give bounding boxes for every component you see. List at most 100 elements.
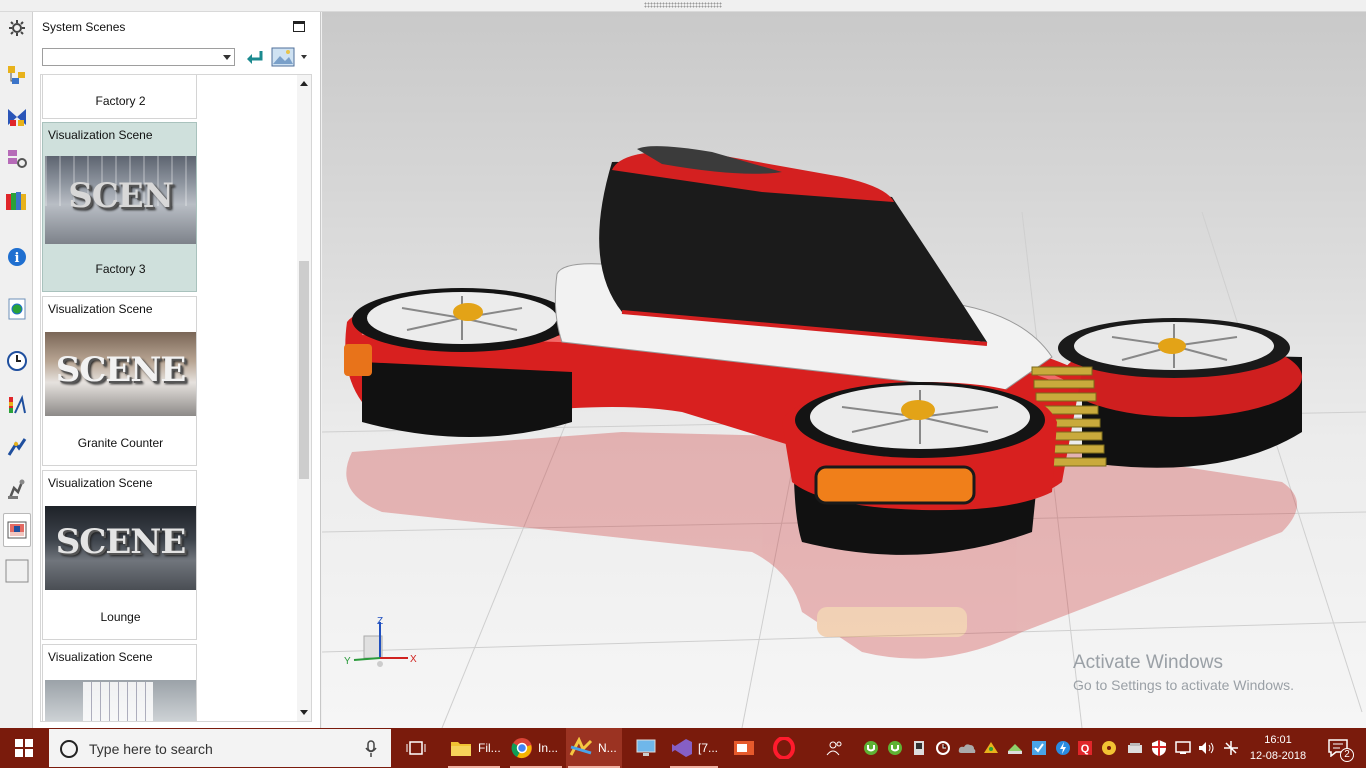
constraint-navigator-icon[interactable] [4,104,30,130]
splitter-grip[interactable] [644,2,722,8]
device-icon[interactable] [908,728,930,768]
apply-scene-button[interactable] [244,48,264,68]
taskbar-app-opera[interactable] [770,728,798,768]
resource-bar: i [0,12,33,728]
svg-text:Q: Q [1081,743,1090,755]
reuse-library-icon[interactable] [4,188,30,214]
presentation-icon [734,741,754,755]
clock-time: 16:01 [1264,734,1292,746]
utorrent-icon[interactable] [860,728,882,768]
lightning-icon[interactable] [1052,728,1074,768]
drone-model [344,146,1302,659]
x-axis-label: X [410,654,417,665]
assembly-navigator-icon[interactable] [4,62,30,88]
apply-arrow-icon [247,51,263,64]
taskbar-app-file-explorer[interactable]: Fil... [446,728,502,768]
scene-card[interactable]: Visualization Scene SCENE Granite Counte… [42,296,197,466]
network-drive-icon[interactable] [1004,728,1026,768]
taskbar-app-chrome[interactable]: In... [508,728,564,768]
disc-icon[interactable] [1098,728,1120,768]
scene-category: Visualization Scene [48,476,153,490]
scene-name: Granite Counter [77,436,164,450]
chrome-icon [511,738,532,759]
utorrent-alt-icon[interactable] [884,728,906,768]
opera-icon [773,737,795,759]
scene-category: Visualization Scene [48,302,153,316]
web-browser-icon[interactable] [4,296,30,322]
taskbar-app-nx[interactable]: N... [566,728,622,768]
background-picture-icon [271,47,295,67]
scene-card[interactable]: Factory 2 [42,75,197,119]
taskbar-app-label: [7... [698,741,719,755]
chevron-down-icon [223,55,231,60]
top-splitter-bar[interactable] [0,0,1366,12]
microphone-icon[interactable] [365,740,377,758]
scene-filter-dropdown[interactable] [42,48,235,66]
scene-card[interactable]: Visualization Scene SCENE Lounge [42,470,197,640]
scene-card[interactable]: Visualization Scene [42,644,197,721]
onedrive-icon[interactable] [956,728,978,768]
scene-category: Visualization Scene [48,128,153,142]
taskbar-app-label: N... [598,741,617,755]
volume-icon[interactable] [1196,728,1218,768]
graphics-viewport[interactable]: Z X Y Activate Windows Go to Settings to… [322,12,1366,728]
computer-icon [636,739,656,756]
scene-thumbnail: SCENE [45,332,196,416]
scrollbar-thumb[interactable] [299,261,309,479]
scene-card-selected[interactable]: Visualization Scene SCEN Factory 3 [42,122,197,292]
thumbnail-text: SCEN [68,176,174,216]
info-icon[interactable]: i [4,244,30,270]
scene-thumbnail: SCENE [45,506,196,590]
taskbar-app-presentation[interactable] [730,728,758,768]
visual-studio-icon [672,739,692,757]
y-axis-label: Y [344,656,351,667]
search-placeholder: Type here to search [89,741,213,757]
action-center-button[interactable]: 2 [1318,728,1358,768]
shield-icon[interactable] [1148,728,1170,768]
scene-name: Lounge [100,610,141,624]
people-icon[interactable] [822,728,848,768]
caret-down-icon[interactable] [301,55,307,59]
notification-count-badge: 2 [1340,748,1354,762]
process-studio-icon[interactable] [4,392,30,418]
activate-windows-subtitle: Go to Settings to activate Windows. [1073,677,1294,693]
system-scenes-panel: System Scenes Factory 2 Visualization Sc… [33,12,321,728]
drive-icon[interactable] [1124,728,1146,768]
scene-thumbnail [45,680,196,721]
scene-category: Visualization Scene [48,650,153,664]
manufacturing-wizard-icon[interactable] [4,434,30,460]
maximize-panel-icon[interactable] [293,21,305,32]
scene-name: Factory 2 [95,94,146,108]
scroll-down-icon[interactable] [300,710,308,715]
z-axis-label: Z [377,616,383,627]
taskbar-app-computer[interactable] [632,728,660,768]
taskbar-app-visual-studio[interactable]: [7... [668,728,720,768]
security-check-icon[interactable] [1028,728,1050,768]
part-navigator-icon[interactable] [4,146,30,172]
network-icon[interactable] [1172,728,1194,768]
sync-icon[interactable] [932,728,954,768]
empty-tab-icon[interactable] [4,558,30,584]
activate-windows-title: Activate Windows [1073,652,1223,673]
map-tool-icon[interactable] [980,728,1002,768]
taskbar: Type here to search Fil... In... N... [7… [0,728,1366,768]
language-icon[interactable] [1220,728,1242,768]
task-view-button[interactable] [402,728,430,768]
taskbar-clock[interactable]: 16:01 12-08-2018 [1248,732,1308,764]
thumbnail-text: SCENE [55,350,187,390]
start-button[interactable] [0,728,48,768]
scroll-up-icon[interactable] [300,81,308,86]
scene-list[interactable]: Factory 2 Visualization Scene SCEN Facto… [40,74,312,722]
taskbar-search-box[interactable]: Type here to search [48,728,392,768]
system-scenes-icon[interactable] [3,513,31,547]
scene-list-scrollbar[interactable] [297,75,311,721]
roles-icon[interactable] [4,476,30,502]
file-explorer-icon [451,742,471,756]
taskbar-app-label: Fil... [478,741,501,755]
q-app-icon[interactable]: Q [1074,728,1096,768]
clock-date: 12-08-2018 [1249,750,1307,762]
background-options-button[interactable] [271,46,309,68]
scene-thumbnail: SCEN [45,156,196,244]
history-clock-icon[interactable] [4,348,30,374]
settings-gear-icon[interactable] [4,15,30,41]
